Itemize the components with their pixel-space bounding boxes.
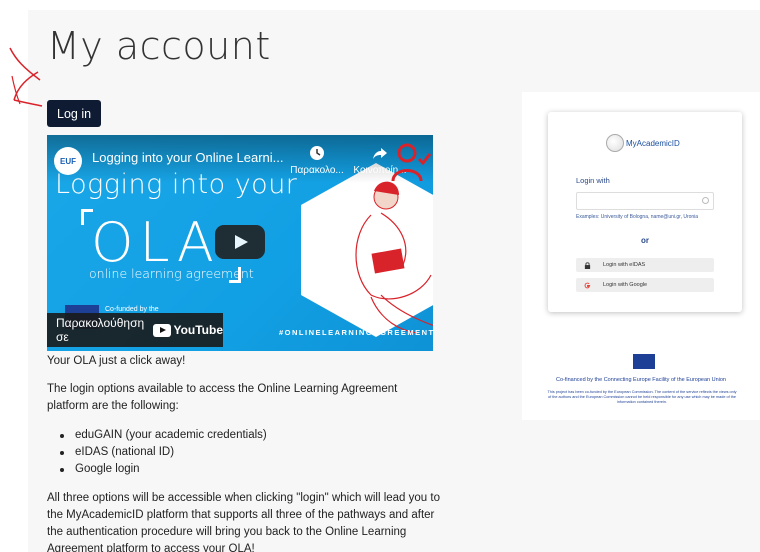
clock-icon bbox=[310, 146, 324, 160]
watch-on-youtube-button[interactable]: Παρακολούθηση σε YouTube bbox=[47, 313, 223, 347]
share-arrow-icon bbox=[373, 148, 387, 159]
video-hashtag: #ONLINELEARNINGAGREEMENT bbox=[279, 328, 433, 337]
google-label: Login with Google bbox=[603, 282, 648, 288]
options-intro-text: The login options available to access th… bbox=[47, 383, 398, 412]
disclaimer-text: This project has been co-funded by the E… bbox=[547, 390, 737, 404]
lock-icon bbox=[584, 261, 591, 269]
log-in-button[interactable]: Log in bbox=[47, 100, 102, 127]
youtube-label: YouTube bbox=[173, 323, 223, 337]
myacademicid-logo: MyAcademicID bbox=[606, 134, 680, 152]
outro-text: All three options will be accessible whe… bbox=[47, 492, 440, 552]
hand-drawn-arrow-annotation bbox=[9, 47, 43, 107]
channel-avatar[interactable]: EUF bbox=[54, 147, 82, 175]
search-icon bbox=[702, 197, 709, 204]
video-title-link[interactable]: Logging into your Online Learni... bbox=[92, 150, 284, 165]
cofinanced-text: Co-financed by the Connecting Europe Fac… bbox=[556, 377, 726, 383]
video-slide-ola: OLA bbox=[91, 211, 220, 274]
youtube-play-icon bbox=[153, 323, 172, 337]
or-divider: or bbox=[641, 236, 649, 245]
login-card-image: MyAcademicID Login with Examples: Univer… bbox=[548, 112, 742, 312]
google-icon bbox=[584, 282, 591, 288]
examples-hint: Examples: University of Bologna, name@un… bbox=[576, 214, 699, 220]
login-with-label: Login with bbox=[576, 176, 610, 185]
youtube-logo: YouTube bbox=[153, 323, 223, 337]
watch-later-label: Παρακολο... bbox=[290, 165, 344, 176]
login-eidas-option: Login with eIDAS bbox=[576, 258, 714, 272]
list-item: eIDAS (national ID) bbox=[47, 444, 267, 461]
list-item: Google login bbox=[47, 461, 267, 478]
embedded-video-player[interactable]: Logging into your OLA online learning ag… bbox=[47, 135, 433, 351]
list-item: eduGAIN (your academic credentials) bbox=[47, 427, 267, 444]
watch-later-control[interactable]: Παρακολο... bbox=[287, 145, 347, 176]
page-title: My account bbox=[47, 24, 271, 68]
login-google-option: Login with Google bbox=[576, 278, 714, 292]
login-options-list: eduGAIN (your academic credentials) eIDA… bbox=[47, 427, 267, 478]
person-check-icon bbox=[391, 143, 431, 182]
globe-icon bbox=[606, 134, 624, 152]
eu-flag-icon bbox=[633, 354, 655, 369]
watch-on-label: Παρακολούθηση σε bbox=[56, 316, 145, 344]
institution-search-field bbox=[576, 192, 714, 210]
logo-text: MyAcademicID bbox=[626, 138, 680, 148]
intro-text: Your OLA just a click away! bbox=[47, 355, 186, 367]
video-slide-subtitle: online learning agreement bbox=[89, 266, 254, 281]
eidas-label: Login with eIDAS bbox=[603, 262, 646, 268]
play-button[interactable] bbox=[215, 225, 265, 259]
